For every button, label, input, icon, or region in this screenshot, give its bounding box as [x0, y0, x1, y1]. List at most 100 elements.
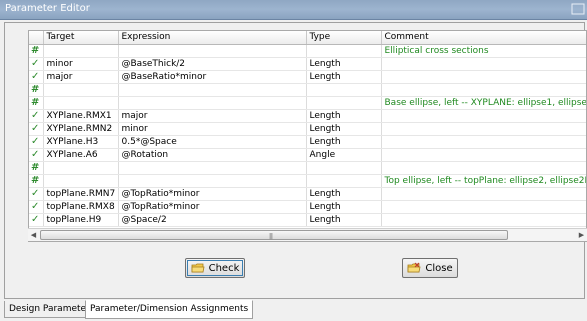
scrollbar-thumb[interactable]: ||| [40, 230, 508, 240]
target-cell[interactable]: minor [43, 57, 119, 71]
comment-cell[interactable] [381, 213, 586, 227]
scroll-right-icon[interactable]: ▶ [576, 230, 587, 241]
target-cell[interactable] [43, 161, 119, 175]
comment-cell[interactable] [381, 200, 586, 214]
check-icon: ✓ [29, 122, 44, 136]
comment-cell[interactable] [381, 83, 586, 97]
table-row[interactable]: ✓ major @BaseRatio*minor Length [29, 70, 586, 84]
check-button-label: Check [208, 262, 240, 274]
type-cell[interactable]: Length [306, 187, 382, 201]
target-cell[interactable] [43, 174, 119, 188]
comment-marker-icon: # [29, 96, 44, 110]
target-cell[interactable] [43, 96, 119, 110]
table-row[interactable]: ✓ XYPlane.A6 @Rotation Angle [29, 148, 586, 162]
tab-strip: Design Parameters Parameter/Dimension As… [0, 300, 587, 321]
table-row[interactable]: # [29, 83, 586, 97]
check-icon: ✓ [29, 148, 44, 162]
comment-cell[interactable] [381, 109, 586, 123]
target-cell[interactable]: major [43, 70, 119, 84]
check-icon: ✓ [29, 135, 44, 149]
target-cell[interactable] [43, 44, 119, 58]
table-row[interactable]: ✓ XYPlane.RMN2 minor Length [29, 122, 586, 136]
expression-cell[interactable]: minor [118, 122, 307, 136]
expression-cell[interactable] [118, 161, 307, 175]
comment-cell[interactable]: Top ellipse, left -- topPlane: ellipse2,… [381, 174, 586, 188]
check-icon: ✓ [29, 109, 44, 123]
expression-cell[interactable]: @TopRatio*minor [118, 187, 307, 201]
comment-cell[interactable] [381, 57, 586, 71]
type-cell[interactable]: Length [306, 122, 382, 136]
scroll-left-icon[interactable]: ◀ [28, 230, 39, 241]
comment-cell[interactable] [381, 135, 586, 149]
expression-cell[interactable]: @Space/2 [118, 213, 307, 227]
type-cell[interactable]: Length [306, 70, 382, 84]
expression-cell[interactable]: @BaseThick/2 [118, 57, 307, 71]
check-icon: ✓ [29, 213, 44, 227]
column-header-comment[interactable]: Comment [381, 31, 586, 45]
type-cell[interactable]: Length [306, 135, 382, 149]
type-cell[interactable]: Length [306, 109, 382, 123]
comment-marker-icon: # [29, 83, 44, 97]
type-cell[interactable]: Angle [306, 148, 382, 162]
close-button[interactable]: Close [402, 258, 458, 278]
close-button-label: Close [425, 262, 453, 274]
table-row[interactable]: # Top ellipse, left -- topPlane: ellipse2… [29, 174, 586, 188]
table-row[interactable]: ✓ minor @BaseThick/2 Length [29, 57, 586, 71]
expression-cell[interactable] [118, 83, 307, 97]
target-cell[interactable]: XYPlane.H3 [43, 135, 119, 149]
comment-cell[interactable]: Base ellipse, left -- XYPLANE: ellipse1,… [381, 96, 586, 110]
column-header-expression[interactable]: Expression [118, 31, 307, 45]
comment-cell[interactable] [381, 148, 586, 162]
expression-cell[interactable]: 0.5*@Space [118, 135, 307, 149]
expression-cell[interactable]: @BaseRatio*minor [118, 70, 307, 84]
column-header-mark[interactable] [29, 31, 44, 45]
comment-cell[interactable] [381, 161, 586, 175]
comment-marker-icon: # [29, 44, 44, 58]
column-header-target[interactable]: Target [43, 31, 119, 45]
tab-parameter-dimension-assignments[interactable]: Parameter/Dimension Assignments [85, 300, 254, 319]
target-cell[interactable]: XYPlane.RMX1 [43, 109, 119, 123]
target-cell[interactable]: topPlane.RMN7 [43, 187, 119, 201]
type-cell[interactable]: Length [306, 200, 382, 214]
expression-cell[interactable]: @Rotation [118, 148, 307, 162]
target-cell[interactable]: XYPlane.A6 [43, 148, 119, 162]
grid-header-row: Target Expression Type Comment [29, 31, 586, 45]
table-row[interactable]: # [29, 161, 586, 175]
column-header-type[interactable]: Type [306, 31, 382, 45]
target-cell[interactable]: XYPlane.RMN2 [43, 122, 119, 136]
type-cell[interactable] [306, 44, 382, 58]
type-cell[interactable] [306, 96, 382, 110]
table-row[interactable]: ✓ topPlane.H9 @Space/2 Length [29, 213, 586, 227]
comment-cell[interactable] [381, 187, 586, 201]
check-button[interactable]: Check [185, 258, 245, 278]
parameter-grid[interactable]: Target Expression Type Comment # Elliptic… [28, 30, 587, 242]
table-row[interactable]: ✓ XYPlane.H3 0.5*@Space Length [29, 135, 586, 149]
expression-cell[interactable] [118, 96, 307, 110]
target-cell[interactable]: topPlane.H9 [43, 213, 119, 227]
check-icon: ✓ [29, 70, 44, 84]
comment-marker-icon: # [29, 161, 44, 175]
comment-cell[interactable] [381, 122, 586, 136]
folder-icon [191, 262, 205, 274]
window-control-icon[interactable] [571, 2, 585, 16]
comment-cell[interactable]: Elliptical cross sections [381, 44, 586, 58]
type-cell[interactable]: Length [306, 213, 382, 227]
type-cell[interactable] [306, 161, 382, 175]
type-cell[interactable]: Length [306, 57, 382, 71]
table-row[interactable]: ✓ topPlane.RMX8 @TopRatio*minor Length [29, 200, 586, 214]
expression-cell[interactable] [118, 174, 307, 188]
type-cell[interactable] [306, 83, 382, 97]
expression-cell[interactable] [118, 44, 307, 58]
table-row[interactable]: ✓ topPlane.RMN7 @TopRatio*minor Length [29, 187, 586, 201]
comment-cell[interactable] [381, 70, 586, 84]
table-row[interactable]: # Base ellipse, left -- XYPLANE: ellipse1… [29, 96, 586, 110]
expression-cell[interactable]: major [118, 109, 307, 123]
expression-cell[interactable]: @TopRatio*minor [118, 200, 307, 214]
target-cell[interactable]: topPlane.RMX8 [43, 200, 119, 214]
target-cell[interactable] [43, 83, 119, 97]
table-row[interactable]: # Elliptical cross sections [29, 44, 586, 58]
table-row[interactable]: ✓ XYPlane.RMX1 major Length [29, 109, 586, 123]
type-cell[interactable] [306, 174, 382, 188]
horizontal-scrollbar[interactable]: ◀ ||| ▶ [28, 228, 587, 241]
grip-icon: ||| [269, 233, 273, 240]
